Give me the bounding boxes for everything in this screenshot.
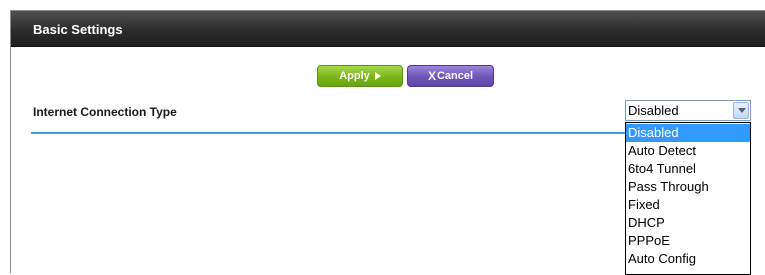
option-pppoe[interactable]: PPPoE (626, 232, 750, 250)
cancel-button[interactable]: X Cancel (407, 65, 494, 87)
arrow-right-icon (374, 72, 381, 80)
apply-button-label: Apply (339, 70, 370, 82)
connection-type-value: Disabled (628, 103, 679, 118)
settings-panel: Basic Settings Apply X Cancel Internet C… (10, 10, 765, 275)
option-6to4-tunnel[interactable]: 6to4 Tunnel (626, 160, 750, 178)
chevron-down-icon (738, 108, 746, 113)
option-dhcp[interactable]: DHCP (626, 214, 750, 232)
option-disabled[interactable]: Disabled (626, 124, 750, 142)
connection-type-select[interactable]: Disabled (625, 100, 751, 121)
option-auto-config[interactable]: Auto Config (626, 250, 750, 268)
connection-type-label: Internet Connection Type (33, 105, 177, 119)
dropdown-button[interactable] (733, 102, 749, 119)
page-title: Basic Settings (33, 22, 123, 37)
option-auto-detect[interactable]: Auto Detect (626, 142, 750, 160)
cancel-button-label: Cancel (436, 70, 474, 82)
panel-header: Basic Settings (11, 11, 765, 47)
option-fixed[interactable]: Fixed (626, 196, 750, 214)
option-pass-through[interactable]: Pass Through (626, 178, 750, 196)
divider (31, 132, 635, 134)
apply-button[interactable]: Apply (317, 65, 403, 87)
connection-type-options: Disabled Auto Detect 6to4 Tunnel Pass Th… (625, 122, 751, 275)
x-icon: X (427, 69, 436, 83)
